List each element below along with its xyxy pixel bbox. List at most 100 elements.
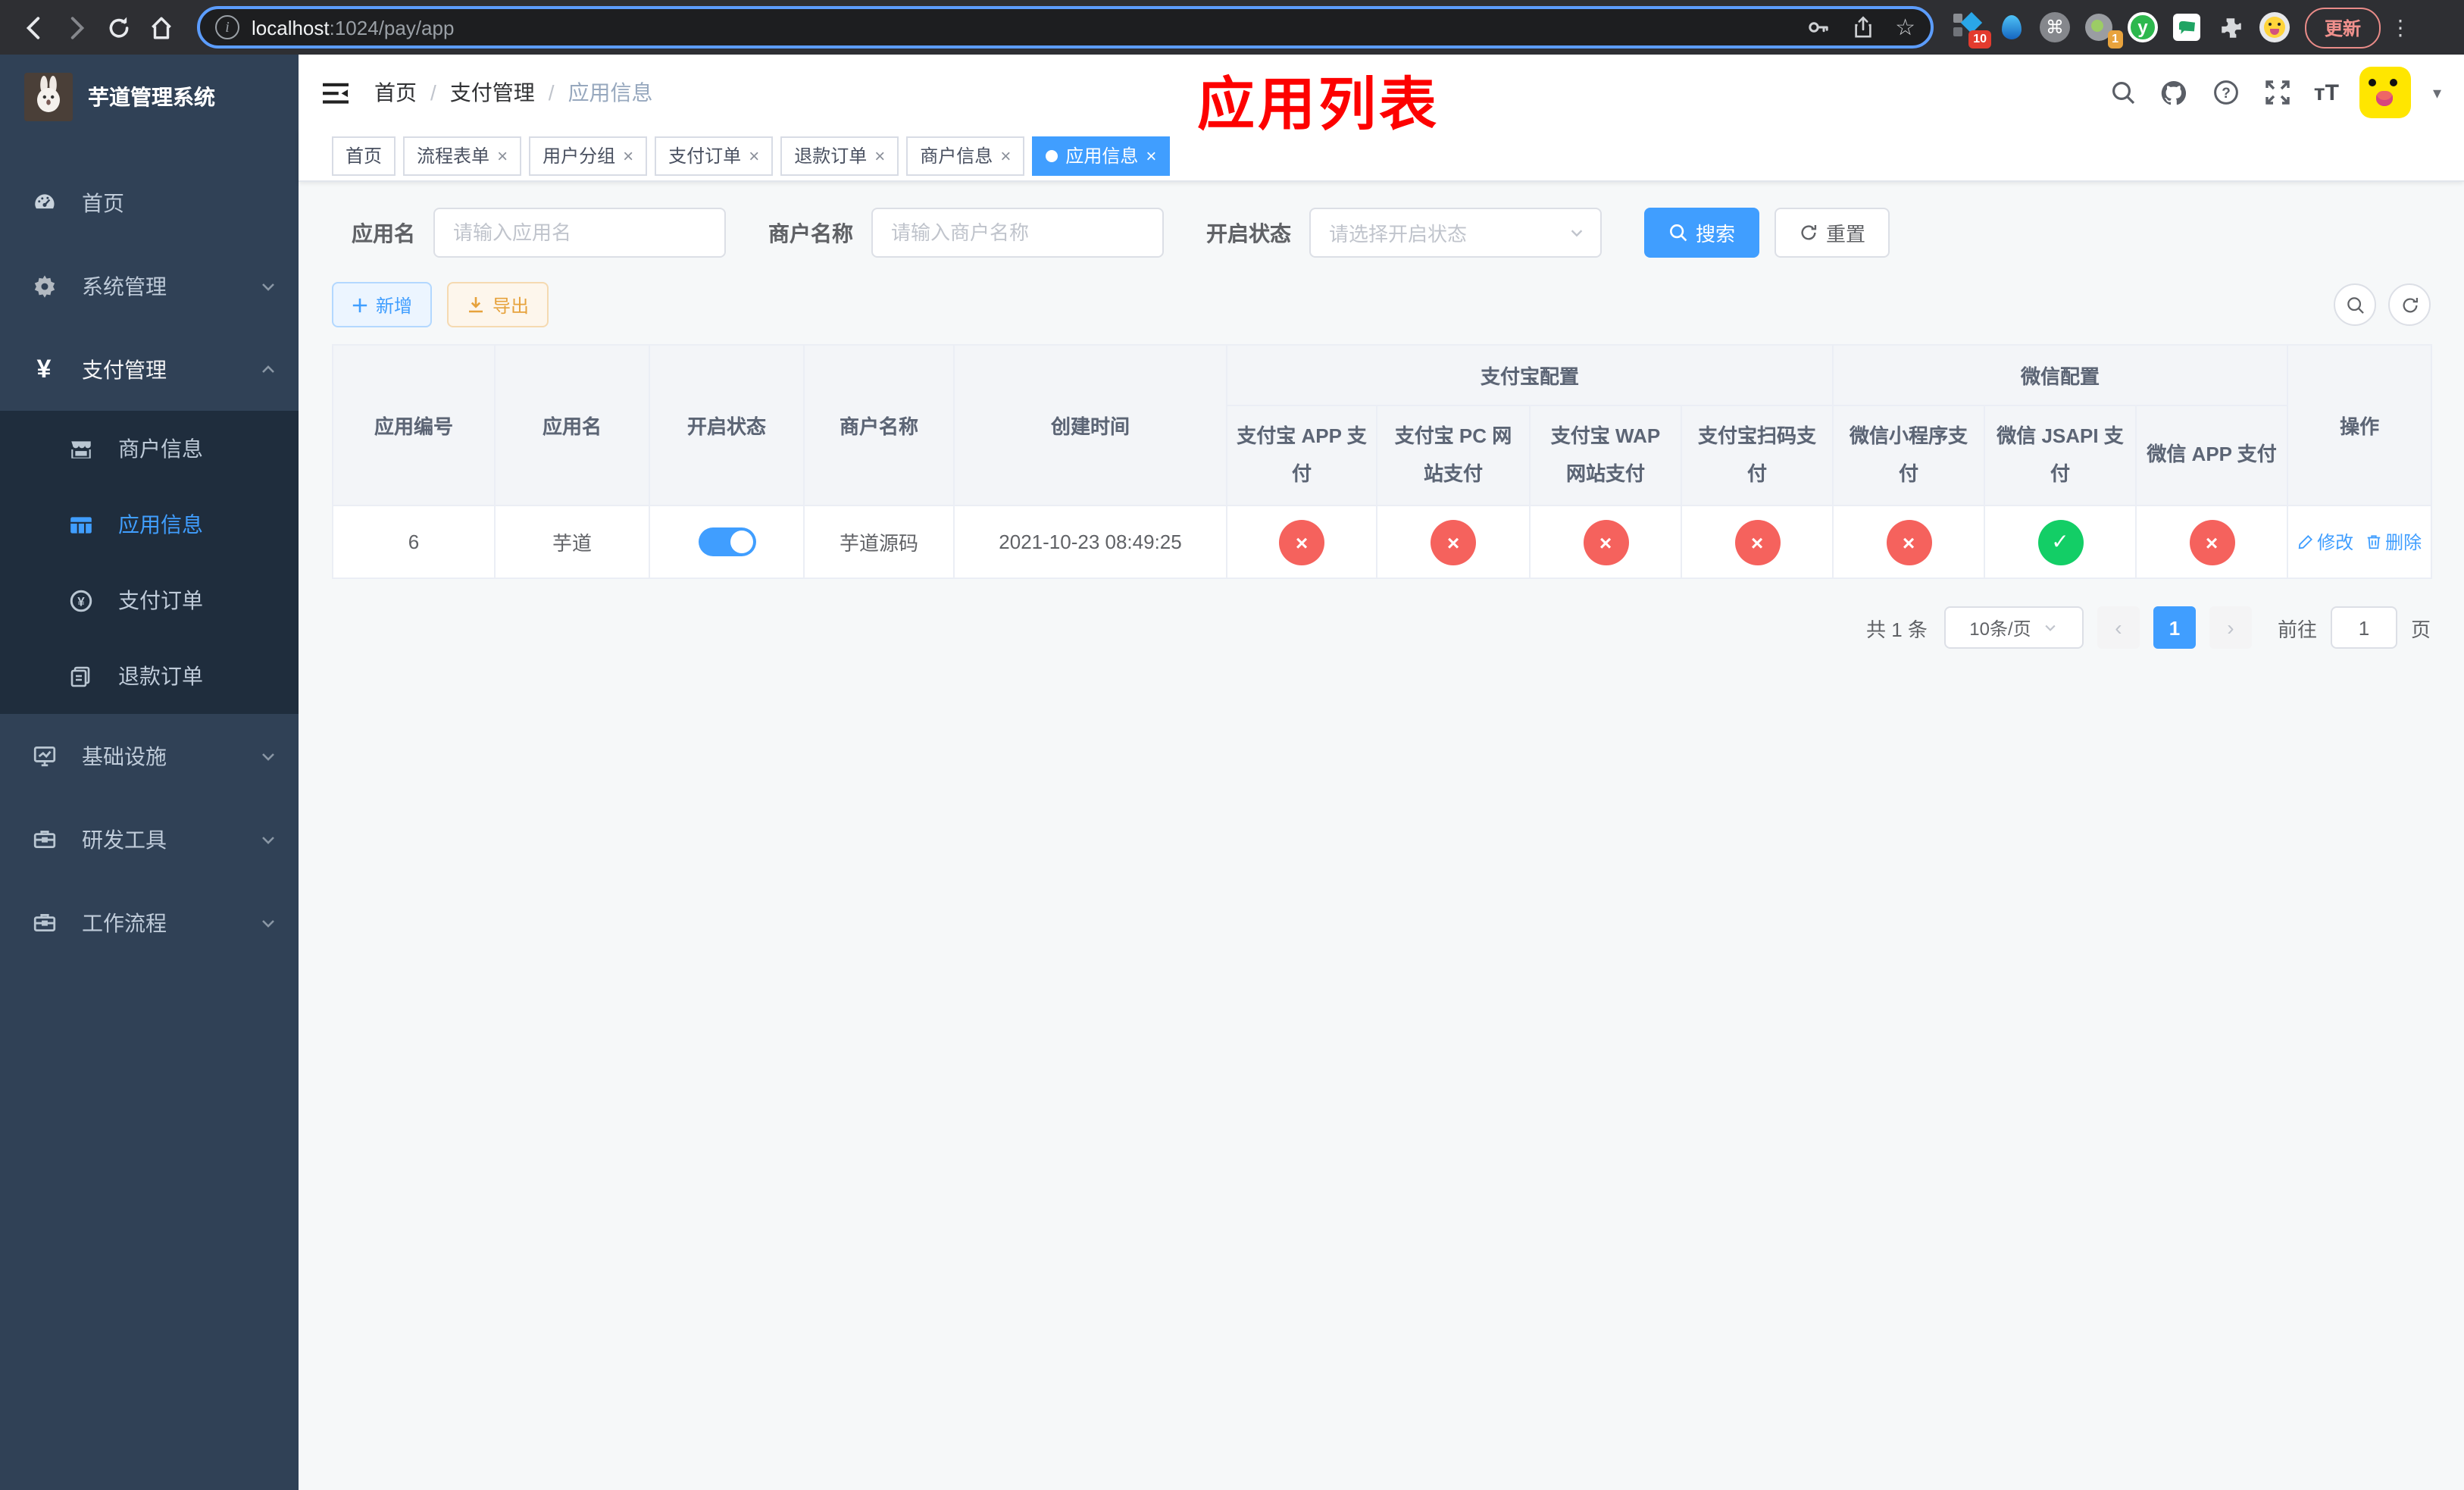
app-logo[interactable]: 芋道管理系统: [0, 55, 299, 139]
sidebar-item-devtools[interactable]: 研发工具: [0, 797, 299, 881]
sidebar-item-refund-orders[interactable]: 退款订单: [0, 638, 299, 714]
search-button[interactable]: 搜索: [1644, 208, 1760, 258]
fullscreen-icon[interactable]: [2262, 77, 2293, 108]
sidebar-collapse-icon[interactable]: [321, 80, 350, 105]
page-size-select[interactable]: 10条/页: [1943, 606, 2084, 650]
close-icon[interactable]: ×: [749, 145, 759, 166]
edit-button[interactable]: 修改: [2297, 530, 2353, 556]
browser-reload-button[interactable]: [97, 6, 139, 49]
close-icon[interactable]: ×: [623, 145, 633, 166]
share-icon[interactable]: [1851, 15, 1874, 39]
sidebar-item-merchant-info[interactable]: 商户信息: [0, 411, 299, 487]
extension-balloon-icon[interactable]: [1996, 12, 2026, 42]
sidebar-item-infra[interactable]: 基础设施: [0, 714, 299, 797]
col-alipay-app: 支付宝 APP 支付: [1226, 404, 1377, 507]
site-info-icon[interactable]: i: [215, 15, 239, 39]
tag-home[interactable]: 首页: [332, 136, 396, 175]
github-icon[interactable]: [2159, 77, 2190, 108]
table-refresh-button[interactable]: [2388, 283, 2431, 326]
sidebar-item-label: 退款订单: [118, 664, 203, 688]
tag-merchant-info[interactable]: 商户信息 ×: [906, 136, 1025, 175]
export-button[interactable]: 导出: [447, 282, 549, 327]
enabled-toggle[interactable]: [698, 527, 755, 557]
filter-name-label: 应用名: [352, 221, 415, 245]
status-wechat-app-icon: ×: [2189, 519, 2235, 565]
sidebar-item-label: 首页: [82, 190, 124, 214]
breadcrumb-pay[interactable]: 支付管理: [450, 77, 535, 108]
reset-button[interactable]: 重置: [1775, 208, 1890, 258]
page-1-button[interactable]: 1: [2153, 606, 2196, 650]
next-page-button[interactable]: ›: [2209, 606, 2252, 650]
tag-pay-orders[interactable]: 支付订单 ×: [655, 136, 774, 175]
sidebar-item-workflow[interactable]: 工作流程: [0, 881, 299, 964]
extension-chat-icon[interactable]: [2172, 12, 2202, 42]
tag-user-group[interactable]: 用户分组 ×: [529, 136, 648, 175]
tag-refund-orders[interactable]: 退款订单 ×: [780, 136, 899, 175]
close-icon[interactable]: ×: [1000, 145, 1011, 166]
close-icon[interactable]: ×: [874, 145, 885, 166]
dashboard-icon: [30, 189, 58, 216]
breadcrumb-home[interactable]: 首页: [374, 77, 417, 108]
sidebar: 芋道管理系统 首页 系统管理 ¥ 支付管理 商户信息 应用信息 ¥ 支付订单 退…: [0, 55, 299, 1490]
gear-icon: [30, 272, 58, 299]
prev-page-button[interactable]: ‹: [2097, 606, 2140, 650]
sidebar-item-pay[interactable]: ¥ 支付管理: [0, 327, 299, 411]
extension-recorder-icon[interactable]: 1: [2084, 12, 2123, 49]
sidebar-item-app-info[interactable]: 应用信息: [0, 487, 299, 562]
status-select[interactable]: 请选择开启状态: [1309, 208, 1602, 258]
sidebar-item-system[interactable]: 系统管理: [0, 244, 299, 327]
sidebar-item-home[interactable]: 首页: [0, 161, 299, 244]
merchant-name-input[interactable]: [871, 208, 1164, 258]
header-search-icon[interactable]: [2108, 77, 2138, 108]
caret-down-icon[interactable]: ▾: [2433, 83, 2441, 102]
app-name-input[interactable]: [433, 208, 726, 258]
help-icon[interactable]: ?: [2211, 77, 2241, 108]
sidebar-item-label: 支付管理: [82, 357, 167, 381]
pagination: 共 1 条 10条/页 ‹ 1 › 前往 页: [299, 606, 2431, 650]
sidebar-item-label: 应用信息: [118, 512, 203, 537]
browser-update-button[interactable]: 更新: [2305, 7, 2381, 48]
close-icon[interactable]: ×: [1146, 145, 1156, 166]
browser-menu-icon[interactable]: ⋮: [2390, 14, 2411, 40]
cell-app-name: 芋道: [494, 505, 650, 580]
delete-button[interactable]: 删除: [2366, 530, 2422, 556]
total-count: 共 1 条: [1866, 618, 1928, 641]
browser-home-button[interactable]: [139, 6, 182, 49]
browser-forward-button[interactable]: [55, 6, 97, 49]
screen: i localhost:1024/pay/app ☆ 10 ⌘ 1 y 更新 ⋮…: [0, 0, 2464, 1490]
tag-app-info[interactable]: 应用信息 ×: [1032, 136, 1171, 175]
sidebar-item-label: 工作流程: [82, 910, 167, 934]
user-avatar[interactable]: [2359, 67, 2412, 118]
logo-image: [24, 73, 73, 121]
font-size-icon[interactable]: тT: [2314, 80, 2339, 105]
col-operations: 操作: [2287, 343, 2433, 507]
extension-command-icon[interactable]: ⌘: [2040, 12, 2070, 42]
bookmark-star-icon[interactable]: ☆: [1895, 14, 1915, 41]
toolbox-icon: [30, 825, 58, 853]
tag-process-form[interactable]: 流程表单 ×: [403, 136, 522, 175]
close-icon[interactable]: ×: [497, 145, 508, 166]
extension-y-icon[interactable]: y: [2128, 12, 2158, 42]
extension-badge: 1: [2107, 30, 2123, 49]
refresh-icon: [1801, 224, 1817, 240]
sidebar-item-pay-orders[interactable]: ¥ 支付订单: [0, 562, 299, 638]
active-dot: [1046, 149, 1058, 161]
address-bar[interactable]: i localhost:1024/pay/app ☆: [197, 6, 1934, 49]
chevron-down-icon: [2046, 625, 2056, 632]
password-key-icon[interactable]: [1806, 15, 1830, 39]
browser-back-button[interactable]: [12, 6, 55, 49]
extensions-puzzle-icon[interactable]: [2215, 12, 2246, 42]
col-wechat-jsapi: 微信 JSAPI 支付: [1984, 404, 2137, 507]
filter-status-label: 开启状态: [1206, 221, 1291, 245]
extensions-strip: 10 ⌘ 1 y: [1952, 11, 2290, 49]
add-button[interactable]: 新增: [332, 282, 433, 327]
profile-avatar-icon[interactable]: [2259, 12, 2290, 42]
navbar: 首页 / 支付管理 / 应用信息 应用列表 ? тT ▾: [299, 55, 2464, 138]
chevron-down-icon: [259, 830, 277, 848]
col-wechat-app: 微信 APP 支付: [2135, 404, 2289, 507]
extension-diamond-icon[interactable]: 10: [1952, 11, 1991, 49]
goto-page-input[interactable]: [2330, 606, 2397, 650]
table-search-toggle-button[interactable]: [2334, 283, 2376, 326]
status-wechat-mini-icon: ×: [1886, 519, 1932, 565]
page-unit-label: 页: [2410, 618, 2431, 641]
